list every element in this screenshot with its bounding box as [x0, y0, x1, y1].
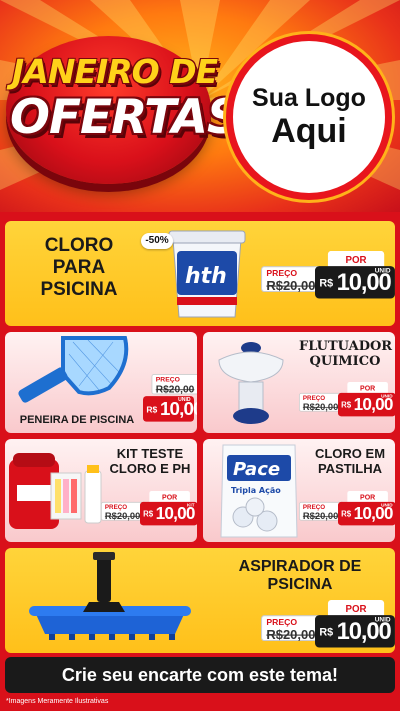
price-tag: POR PREÇO R$20,00 R$ 10,00 UNID	[299, 382, 395, 417]
old-price-box: PREÇO R$20,00	[151, 374, 197, 396]
unit-label: UNID	[374, 617, 391, 624]
cta-banner[interactable]: Crie seu encarte com este tema!	[5, 657, 395, 693]
old-price: R$20,00	[302, 510, 339, 522]
currency: R$	[146, 405, 158, 415]
unit-label: UNID	[381, 503, 393, 509]
chlorine-bucket-icon: hth	[168, 230, 246, 318]
title-line-1: JANEIRO DE	[12, 52, 218, 91]
product-name: CLORO EM PASTILHA	[314, 446, 386, 476]
product-card-kit-teste[interactable]: KIT TESTE CLORO E PH POR PREÇO R$20,00 R…	[5, 439, 197, 542]
new-price-box: R$ 10,00 UNID	[315, 615, 395, 648]
product-card-cloro[interactable]: CLORO PARA PSICINA hth -50% POR PREÇO R$…	[5, 221, 395, 326]
header-banner: JANEIRO DE OFERTAS Sua Logo Aqui	[0, 0, 400, 212]
preco-label: PREÇO	[266, 268, 298, 278]
product-name: FLUTUADOR QUIMICO	[299, 339, 393, 369]
product-card-aspirador[interactable]: ASPIRADOR DE PSICINA POR PREÇO R$20,00 R…	[5, 548, 395, 653]
preco-label: PREÇO	[302, 503, 326, 511]
unit-label: UNID	[381, 394, 393, 400]
unit-label: UNID	[374, 268, 391, 275]
unit-label: UNID	[178, 397, 191, 403]
product-card-cloro-pastilha[interactable]: Pace Tripla Ação CLORO EM PASTILHA POR P…	[203, 439, 395, 542]
pace-logo: Pace	[233, 459, 280, 480]
logo-text-1: Sua Logo	[252, 83, 366, 112]
discount-badge: -50%	[141, 233, 173, 249]
hth-logo: hth	[185, 264, 227, 289]
price-tag: POR PREÇO R$20,00 R$ 10,00 UNID	[261, 600, 395, 648]
price-tag: POR PREÇO R$20,00 R$ 10,00 KIT	[101, 491, 197, 526]
pool-vacuum-head-icon	[29, 552, 191, 640]
title-line-2: OFERTAS	[10, 90, 241, 145]
preco-label: PREÇO	[155, 375, 180, 384]
new-price-box: R$ 10,00 UNID	[143, 396, 197, 422]
pace-subtitle: Tripla Ação	[231, 486, 281, 495]
test-kit-icon	[9, 453, 102, 529]
old-price-box: PREÇO R$20,00	[101, 501, 145, 522]
old-price-box: PREÇO R$20,00	[299, 392, 343, 413]
disclaimer-note: *Imagens Meramente Ilustrativas	[6, 698, 109, 705]
new-price-box: R$ 10,00 UNID	[338, 501, 395, 526]
chlorine-tablet-bag-icon: Pace Tripla Ação	[220, 444, 298, 538]
chemical-floater-icon	[218, 342, 284, 424]
unit-label: KIT	[187, 503, 195, 509]
product-card-flutuador[interactable]: FLUTUADOR QUIMICO POR PREÇO R$20,00 R$ 1…	[203, 332, 395, 433]
product-name: PENEIRA DE PISCINA	[19, 414, 135, 426]
price-tag: POR PREÇO R$20,00 R$ 10,00 UNID	[299, 491, 395, 526]
preco-label: PREÇO	[302, 394, 326, 402]
old-price: R$20,00	[302, 401, 339, 413]
new-price-box: R$ 10,00 UNID	[338, 392, 395, 417]
price-tag: POR PREÇO R$20,00 POR R$ 10,00 UNID	[261, 251, 395, 299]
price-tag: PREÇO R$20,00 R$ 10,00 UNID	[143, 374, 197, 422]
old-price-box: PREÇO R$20,00	[299, 501, 343, 522]
currency: R$	[341, 401, 352, 411]
logo-placeholder[interactable]: Sua Logo Aqui	[226, 34, 392, 200]
currency: R$	[143, 510, 154, 520]
product-card-peneira[interactable]: PENEIRA DE PISCINA PREÇO R$20,00 R$ 10,0…	[5, 332, 197, 433]
product-name: ASPIRADOR DE PSICINA	[238, 558, 362, 594]
currency: R$	[319, 278, 334, 290]
old-price-box: PREÇO R$20,00	[261, 266, 322, 294]
currency: R$	[341, 510, 352, 520]
preco-label: PREÇO	[266, 617, 298, 627]
currency: R$	[319, 627, 334, 639]
pool-skimmer-net-icon	[18, 336, 129, 403]
old-price: R$20,00	[266, 278, 316, 294]
product-name: CLORO PARA PSICINA	[40, 235, 118, 300]
old-price: R$20,00	[104, 510, 141, 522]
preco-label: PREÇO	[104, 503, 128, 511]
product-name: KIT TESTE CLORO E PH	[109, 446, 191, 476]
old-price: R$20,00	[266, 627, 316, 643]
old-price-box: PREÇO R$20,00	[261, 615, 322, 643]
logo-text-2: Aqui	[271, 111, 347, 150]
new-price-box: R$ 10,00 UNID	[315, 266, 395, 299]
new-price-box: R$ 10,00 KIT	[140, 501, 197, 526]
old-price: R$20,00	[155, 383, 195, 396]
